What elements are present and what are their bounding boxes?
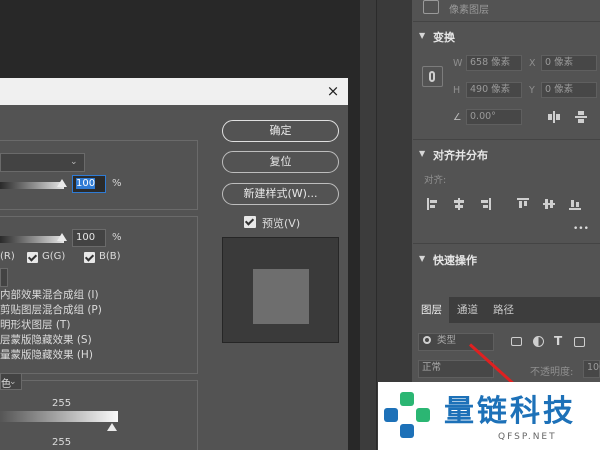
collapse-caret-icon[interactable]: ▼ — [419, 149, 425, 158]
watermark: 量链科技 QFSP.NET — [378, 382, 600, 450]
width-label: W — [453, 58, 463, 69]
reset-button[interactable]: 复位 — [222, 151, 339, 173]
fill-opacity-input[interactable]: 100 — [72, 229, 106, 247]
tab-layers[interactable]: 图层 — [421, 302, 442, 317]
opacity-input[interactable]: 100 — [72, 175, 106, 193]
align-sublabel: 对齐: — [424, 175, 447, 186]
channel-g-label: G(G) — [42, 251, 66, 262]
style-preview-thumbnail — [222, 237, 339, 343]
height-label: H — [453, 85, 461, 96]
blend-mode-select[interactable]: ⌄ — [0, 153, 85, 172]
section-divider — [413, 21, 600, 22]
flip-vertical-icon[interactable] — [575, 111, 587, 123]
blend-if-select[interactable]: 色 ⌄ — [0, 373, 22, 390]
channel-b-label: B(B) — [99, 251, 121, 262]
tab-channels[interactable]: 通道 — [457, 302, 478, 317]
dialog-body: ⌄ 100 % 100 % (R) G(G) B(B) 内部效果混合成组 (I)… — [0, 105, 348, 450]
layer-opacity-label: 不透明度: — [530, 367, 574, 378]
tab-paths[interactable]: 路径 — [493, 302, 514, 317]
align-left-icon[interactable] — [427, 198, 439, 210]
opacity-slider-handle[interactable] — [57, 179, 67, 187]
this-layer-gradient — [0, 411, 118, 422]
chevron-down-icon: ⌄ — [70, 157, 78, 167]
knockout-select[interactable] — [0, 268, 8, 287]
section-divider — [413, 243, 600, 244]
ok-button[interactable]: 确定 — [222, 120, 339, 142]
layer-style-dialog: × ⌄ 100 % 100 % (R) G(G) B(B) 内部效果混合成组 (… — [0, 78, 348, 450]
option-blend-clipped[interactable]: 剪贴图层混合成组 (P) — [0, 302, 102, 317]
chevron-down-icon: ⌄ — [9, 377, 17, 387]
this-layer-white-handle[interactable] — [107, 423, 117, 431]
layer-opacity-field[interactable]: 100 — [583, 360, 600, 378]
opacity-unit: % — [112, 178, 122, 189]
workspace-scroll-strip[interactable] — [360, 0, 376, 450]
angle-field[interactable]: 0.00° — [466, 109, 522, 125]
y-label: Y — [529, 85, 535, 96]
link-dimensions-icon[interactable] — [422, 66, 443, 87]
this-layer-max-value: 255 — [52, 398, 72, 409]
option-vector-mask-hides[interactable]: 量蒙版隐藏效果 (H) — [0, 347, 93, 362]
new-style-button[interactable]: 新建样式(W)... — [222, 183, 339, 205]
dialog-title-bar[interactable]: × — [0, 78, 348, 105]
angle-icon: ∠ — [453, 112, 462, 123]
width-field[interactable]: 658 像素 — [466, 55, 522, 71]
align-bottom-icon[interactable] — [569, 198, 581, 210]
channel-b-checkbox[interactable] — [84, 252, 95, 263]
align-top-icon[interactable] — [517, 198, 529, 210]
pixel-layer-label: 像素图层 — [449, 5, 489, 16]
fill-opacity-slider-handle[interactable] — [57, 233, 67, 241]
opacity-slider-track[interactable] — [0, 182, 64, 189]
preview-checkbox[interactable] — [244, 216, 256, 228]
close-icon[interactable]: × — [324, 82, 342, 100]
channel-g-checkbox[interactable] — [27, 252, 38, 263]
collapse-caret-icon[interactable]: ▼ — [419, 31, 425, 40]
fill-opacity-unit: % — [112, 232, 122, 243]
filter-pixel-icon[interactable] — [511, 337, 522, 346]
watermark-text: 量链科技 — [444, 394, 576, 429]
layer-filter-label: 类型 — [437, 335, 457, 346]
blend-mode-dropdown[interactable]: 正常 — [418, 360, 494, 378]
option-blend-interior[interactable]: 内部效果混合成组 (I) — [0, 287, 99, 302]
x-label: X — [529, 58, 536, 69]
preview-label: 预览(V) — [262, 217, 301, 230]
section-divider — [413, 139, 600, 140]
underlying-layer-max-value: 255 — [52, 437, 72, 448]
quick-actions-section-title: 快速操作 — [433, 254, 477, 267]
transform-section-title: 变换 — [433, 31, 455, 44]
fill-opacity-slider-track[interactable] — [0, 236, 64, 243]
layers-tab-bar: 图层 通道 路径 — [413, 297, 600, 323]
pixel-layer-icon — [423, 0, 439, 14]
option-layer-mask-hides[interactable]: 层蒙版隐藏效果 (S) — [0, 332, 92, 347]
search-icon — [423, 336, 431, 344]
x-field[interactable]: 0 像素 — [541, 55, 597, 71]
filter-shape-icon[interactable] — [574, 337, 585, 347]
filter-adjustment-icon[interactable] — [533, 336, 544, 347]
align-vertical-center-icon[interactable] — [543, 198, 555, 210]
align-right-icon[interactable] — [479, 198, 491, 210]
align-horizontal-center-icon[interactable] — [453, 198, 465, 210]
option-transparency-shapes[interactable]: 明形状图层 (T) — [0, 317, 70, 332]
layer-filter-select[interactable]: 类型 — [418, 333, 494, 351]
height-field[interactable]: 490 像素 — [466, 82, 522, 98]
collapse-caret-icon[interactable]: ▼ — [419, 254, 425, 263]
y-field[interactable]: 0 像素 — [541, 82, 597, 98]
align-section-title: 对齐并分布 — [433, 149, 488, 162]
watermark-url: QFSP.NET — [498, 432, 557, 442]
preview-swatch — [253, 269, 309, 324]
more-options-icon[interactable]: ••• — [573, 224, 589, 234]
watermark-logo-icon — [384, 392, 432, 440]
flip-horizontal-icon[interactable] — [548, 111, 560, 123]
channel-r-label: (R) — [0, 251, 15, 262]
filter-type-icon[interactable]: T — [554, 334, 562, 348]
